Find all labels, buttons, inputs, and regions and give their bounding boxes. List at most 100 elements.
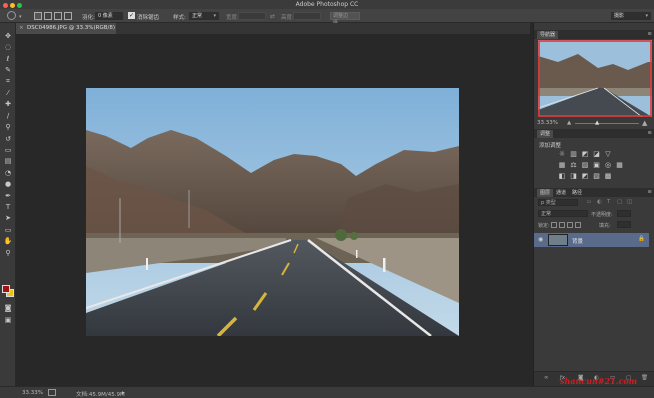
link-layers-icon[interactable]: ∞ bbox=[544, 375, 549, 381]
filter-smart-icon[interactable]: ◫ bbox=[627, 199, 632, 205]
status-menu-chevron-icon[interactable]: ▸ bbox=[122, 390, 125, 396]
filter-adjustment-icon[interactable]: ◐ bbox=[597, 199, 602, 205]
tab-adjustments[interactable]: 调整 bbox=[537, 130, 554, 138]
filter-type-icon[interactable]: T bbox=[607, 199, 610, 205]
canvas-area[interactable] bbox=[17, 34, 530, 386]
lock-label: 锁定: bbox=[538, 223, 550, 229]
subtract-selection-icon[interactable] bbox=[54, 12, 62, 20]
screen-mode-icon[interactable]: ▣ bbox=[3, 315, 13, 325]
quick-mask-icon[interactable]: ◙ bbox=[3, 303, 13, 313]
refine-edge-button[interactable]: 调整边缘... bbox=[330, 12, 360, 26]
lock-pixels-icon[interactable] bbox=[559, 222, 565, 228]
shape-tool[interactable]: ▭ bbox=[3, 225, 13, 235]
path-select-tool[interactable]: ➤ bbox=[3, 213, 13, 223]
style-select[interactable]: 正常 ▾ bbox=[189, 12, 219, 20]
panel-menu-icon[interactable]: ≡ bbox=[647, 31, 652, 37]
marquee-tool[interactable]: ◌ bbox=[3, 42, 13, 52]
navigator-zoom[interactable]: 33.33% bbox=[537, 120, 558, 126]
slider-thumb-icon[interactable]: ▲ bbox=[595, 120, 599, 126]
fill-label: 填充: bbox=[599, 223, 611, 229]
foreground-color-swatch[interactable] bbox=[2, 285, 10, 293]
filter-pixel-icon[interactable]: ▫ bbox=[587, 199, 591, 205]
quick-select-tool[interactable]: ✎ bbox=[3, 65, 13, 75]
tab-navigator[interactable]: 导航器 bbox=[537, 31, 559, 39]
eyedropper-tool[interactable]: ⁄ bbox=[3, 88, 13, 98]
intersect-selection-icon[interactable] bbox=[64, 12, 72, 20]
zoom-tool[interactable]: ⚲ bbox=[3, 248, 13, 258]
zoom-out-icon[interactable]: ▲ bbox=[567, 120, 571, 126]
document-tab[interactable]: × DSC04986.JPG @ 33.3%(RGB/8) bbox=[16, 23, 116, 34]
tool-preset-chevron-icon[interactable]: ▾ bbox=[19, 14, 22, 20]
visibility-eye-icon[interactable]: ◉ bbox=[538, 236, 543, 243]
panel-menu-icon[interactable]: ≡ bbox=[647, 130, 652, 136]
brush-tool[interactable]: ∕ bbox=[3, 111, 13, 121]
adjustment-icon[interactable]: ◨ bbox=[570, 172, 578, 180]
lock-all-icon[interactable] bbox=[575, 222, 581, 228]
layer-row-background[interactable]: ◉ 背景 🔒 bbox=[534, 233, 649, 247]
lock-transparent-icon[interactable] bbox=[551, 222, 557, 228]
antialias-checkbox[interactable]: ✓ bbox=[128, 12, 135, 19]
pen-tool[interactable]: ✒ bbox=[3, 191, 13, 201]
style-label: 样式: bbox=[173, 14, 186, 21]
adjustment-icon[interactable]: ◪ bbox=[593, 150, 601, 158]
zoom-in-icon[interactable]: ▲ bbox=[642, 119, 647, 127]
layer-filter-select[interactable]: p 类型 bbox=[538, 199, 578, 206]
new-selection-icon[interactable] bbox=[34, 12, 42, 20]
filter-shape-icon[interactable]: ▢ bbox=[617, 199, 622, 205]
zoom-level[interactable]: 33.33% bbox=[22, 390, 43, 396]
healing-brush-tool[interactable]: ✚ bbox=[3, 99, 13, 109]
opacity-input[interactable] bbox=[617, 210, 631, 217]
adjustment-icon[interactable]: ◎ bbox=[604, 161, 612, 169]
hand-tool[interactable]: ✋ bbox=[3, 236, 13, 246]
adjustment-icon[interactable]: ▦ bbox=[616, 161, 624, 169]
adjustment-icon[interactable]: ⚖ bbox=[570, 161, 578, 169]
tab-paths[interactable]: 路径 bbox=[569, 189, 585, 197]
blur-tool[interactable]: ◔ bbox=[3, 168, 13, 178]
layer-name: 背景 bbox=[572, 239, 584, 245]
adjustment-icon[interactable]: ◩ bbox=[581, 172, 589, 180]
adjustment-icon[interactable]: ☼ bbox=[558, 150, 566, 158]
lock-position-icon[interactable] bbox=[567, 222, 573, 228]
fill-input[interactable] bbox=[617, 221, 631, 228]
panel-menu-icon[interactable]: ≡ bbox=[647, 189, 652, 195]
height-input[interactable] bbox=[293, 12, 321, 20]
add-selection-icon[interactable] bbox=[44, 12, 52, 20]
document-tab-bar: × DSC04986.JPG @ 33.3%(RGB/8) bbox=[16, 23, 530, 34]
workspace-select[interactable]: 摄影 ▾ bbox=[611, 12, 651, 20]
type-tool[interactable]: T bbox=[3, 202, 13, 212]
adjustment-icon[interactable]: ◩ bbox=[581, 150, 589, 158]
close-tab-icon[interactable]: × bbox=[19, 23, 24, 34]
export-icon[interactable] bbox=[48, 389, 56, 396]
width-input[interactable] bbox=[238, 12, 266, 20]
adjustment-icon[interactable]: ◧ bbox=[558, 172, 566, 180]
swap-dimensions-icon[interactable]: ⇄ bbox=[270, 13, 275, 20]
gradient-tool[interactable]: ▤ bbox=[3, 156, 13, 166]
adjustment-icon[interactable]: ▩ bbox=[604, 172, 612, 180]
dodge-tool[interactable]: ● bbox=[3, 179, 13, 189]
history-brush-tool[interactable]: ↺ bbox=[3, 134, 13, 144]
chevron-down-icon: ▾ bbox=[213, 13, 216, 19]
clone-stamp-tool[interactable]: ⚲ bbox=[3, 122, 13, 132]
adjustment-icon[interactable]: ▨ bbox=[581, 161, 589, 169]
adjustment-icon[interactable]: ▥ bbox=[570, 150, 578, 158]
adjustment-icon[interactable]: ▣ bbox=[593, 161, 601, 169]
marquee-ellipse-icon[interactable] bbox=[7, 11, 16, 20]
adjustments-header: 调整 ≡ bbox=[534, 129, 654, 138]
adjustment-icon[interactable]: ▧ bbox=[593, 172, 601, 180]
navigator-zoom-slider[interactable] bbox=[575, 123, 639, 124]
move-tool[interactable]: ✥ bbox=[3, 31, 13, 41]
tab-layers[interactable]: 图层 bbox=[537, 189, 554, 197]
adjustment-icon[interactable]: ▦ bbox=[558, 161, 566, 169]
feather-input[interactable]: 0 像素 bbox=[95, 12, 123, 20]
eraser-tool[interactable]: ▭ bbox=[3, 145, 13, 155]
tab-channels[interactable]: 通道 bbox=[553, 189, 569, 197]
lasso-tool[interactable]: ℓ bbox=[3, 54, 13, 64]
navigator-preview[interactable] bbox=[537, 40, 652, 118]
blend-mode-select[interactable]: 正常 bbox=[538, 210, 588, 217]
tools-panel: ✥ ◌ ℓ ✎ ⌗ ⁄ ✚ ∕ ⚲ ↺ ▭ ▤ ◔ ● ✒ T ➤ ▭ ✋ ⚲ ◙ ▣ bbox=[0, 23, 16, 386]
adjustment-icon[interactable]: ▽ bbox=[604, 150, 612, 158]
photo-canvas[interactable] bbox=[86, 88, 459, 336]
layers-header: 图层 通道 路径 ≡ bbox=[534, 188, 654, 197]
crop-tool[interactable]: ⌗ bbox=[3, 77, 13, 87]
delete-layer-icon[interactable]: 🗑 bbox=[641, 375, 648, 381]
